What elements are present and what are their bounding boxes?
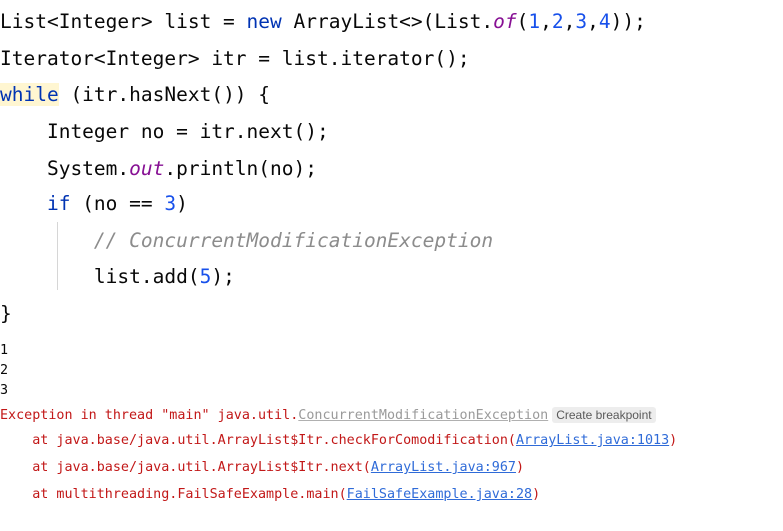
code-line[interactable]: // ConcurrentModificationException [0,222,493,260]
code-token: 4 [598,10,611,33]
stdout-line: 2 [0,363,9,378]
console-output: 1 2 3 Exception in thread "main" java.ut… [0,330,783,531]
code-token: of [493,10,517,33]
stack-frame-link[interactable]: FailSafeExample.java:28 [347,487,532,502]
stack-frame-suffix: ) [669,433,678,448]
code-token: ) [176,192,188,215]
code-token: if [46,192,71,215]
code-token: ( [516,10,529,33]
code-token: ArrayList<>(List. [281,10,494,33]
code-token: } [0,302,12,325]
code-token: 5 [199,265,212,288]
code-token: while [0,83,59,106]
code-line[interactable]: } [0,295,12,333]
code-token: , [563,10,576,33]
code-token: Iterator<Integer> itr = list.iterator(); [0,47,470,70]
code-line[interactable]: System.out.println(no); [0,150,317,188]
code-line[interactable]: list.add(5); [0,258,235,296]
exception-class-link[interactable]: ConcurrentModificationException [298,408,548,423]
code-token: 3 [164,192,177,215]
code-token: , [540,10,552,33]
code-token: Integer no = itr.next(); [0,120,329,143]
code-line[interactable]: List<Integer> list = new ArrayList<>(Lis… [0,3,646,41]
code-token: new [246,10,282,33]
code-token: ); [211,265,235,288]
code-line[interactable]: if (no == 3) [0,185,188,223]
code-line[interactable]: Integer no = itr.next(); [0,113,329,151]
stack-frame-link[interactable]: ArrayList.java:967 [371,460,516,475]
exception-line: Exception in thread "main" java.util.Con… [0,405,656,425]
code-token: , [587,10,599,33]
code-token: .println(no); [164,157,317,180]
code-token: 2 [551,10,564,33]
stack-frame-text: at multithreading.FailSafeExample.main( [0,487,347,502]
stdout-line: 3 [0,383,9,398]
code-token: System. [0,157,130,180]
code-token: list.add( [0,265,200,288]
code-token: // ConcurrentModificationException [93,229,494,252]
stack-frame-text: at java.base/java.util.ArrayList$Itr.nex… [0,460,371,475]
code-token: (itr.hasNext()) { [58,83,271,106]
stdout-line: 1 [0,343,9,358]
stack-frame-suffix: ) [515,460,525,475]
create-breakpoint-button[interactable]: Create breakpoint [552,407,656,423]
code-token: 3 [575,10,588,33]
stack-frame-text: at java.base/java.util.ArrayList$Itr.che… [0,433,516,448]
code-token: 1 [528,10,541,33]
stack-frame: at multithreading.FailSafeExample.main(F… [0,485,540,505]
exception-prefix: Exception in thread "main" java.util. [0,408,299,423]
stack-frame: at java.base/java.util.ArrayList$Itr.nex… [0,458,524,478]
stack-frame: at java.base/java.util.ArrayList$Itr.che… [0,431,677,451]
stack-frame-link[interactable]: ArrayList.java:1013 [516,433,669,448]
code-token: List<Integer> list = [0,10,247,33]
code-token: )); [610,10,646,33]
code-token: (no == [70,192,165,215]
code-token: out [129,157,165,180]
stack-frame-suffix: ) [532,487,541,502]
code-editor[interactable]: List<Integer> list = new ArrayList<>(Lis… [0,0,783,330]
code-line[interactable]: Iterator<Integer> itr = list.iterator(); [0,40,470,78]
code-line[interactable]: while (itr.hasNext()) { [0,76,270,114]
